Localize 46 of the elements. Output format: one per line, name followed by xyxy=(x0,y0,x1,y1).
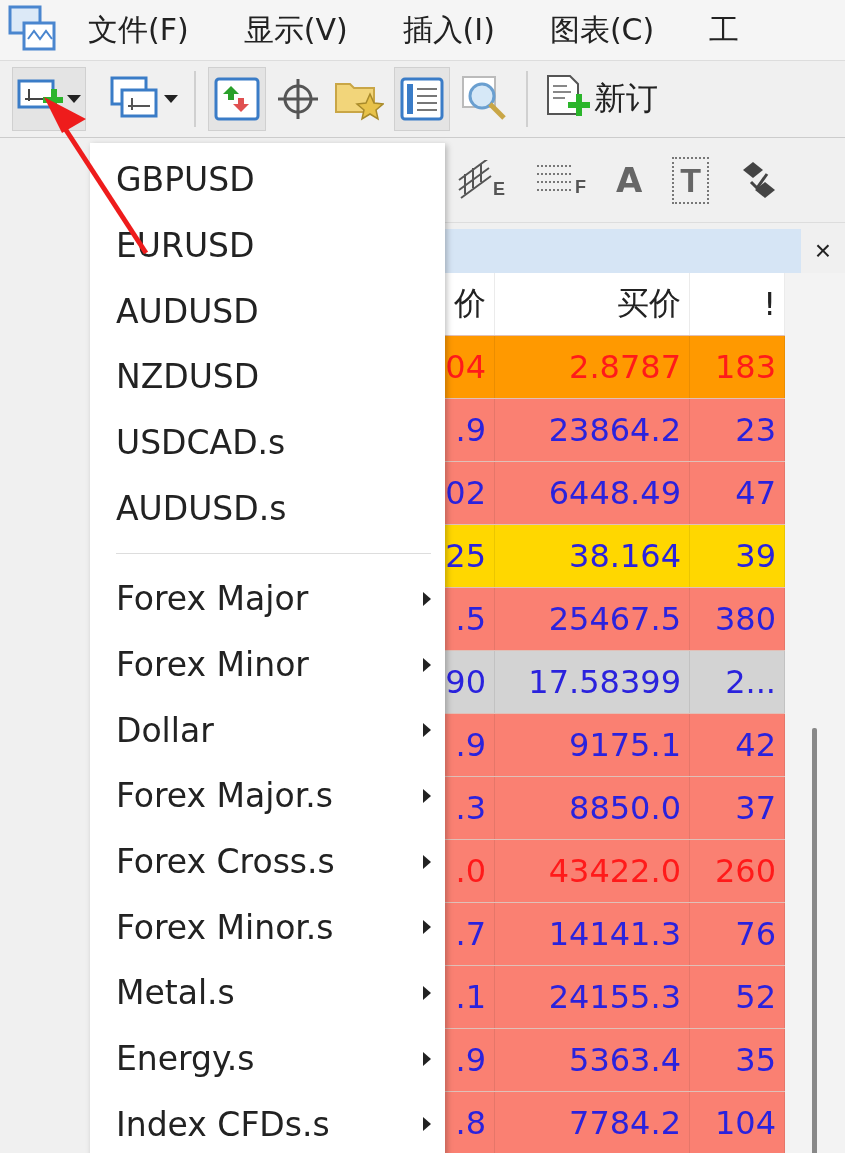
market-watch-icon xyxy=(213,76,261,122)
channel-icon xyxy=(457,160,493,201)
quote-row[interactable]: .9 5363.4 35 xyxy=(445,1028,785,1091)
menu-item[interactable]: USDCAD.s xyxy=(90,409,445,476)
quote-row[interactable]: 90 17.58399 2... xyxy=(445,650,785,713)
navigator-icon xyxy=(399,76,445,122)
table-cell: 7784.2 xyxy=(495,1092,690,1153)
quote-row[interactable]: .5 25467.5 380 xyxy=(445,587,785,650)
text-tool[interactable]: A xyxy=(616,160,643,201)
quote-row[interactable]: 02 6448.49 47 xyxy=(445,461,785,524)
menu-item[interactable]: NZDUSD xyxy=(90,344,445,410)
market-watch-button[interactable] xyxy=(208,67,266,131)
menu-item[interactable]: 图表(C) xyxy=(549,9,655,51)
menu-item[interactable]: 插入(I) xyxy=(402,9,495,51)
menu-item[interactable]: 工 xyxy=(709,9,740,51)
quote-row[interactable]: .7 14141.3 76 xyxy=(445,902,785,965)
submenu-item[interactable]: Energy.s xyxy=(90,1025,445,1092)
drawing-tool[interactable]: E xyxy=(457,160,505,201)
quote-row[interactable]: .1 24155.3 52 xyxy=(445,965,785,1028)
menu-item[interactable]: 文件(F) xyxy=(88,9,189,51)
submenu-item[interactable]: Dollar xyxy=(90,697,445,764)
caret-icon xyxy=(67,95,81,103)
drawing-tool[interactable]: F xyxy=(535,162,586,199)
quote-row[interactable]: 25 38.164 39 xyxy=(445,524,785,587)
submenu-item[interactable]: Forex Minor.s xyxy=(90,894,445,961)
menu-item[interactable]: AUDUSD.s xyxy=(90,475,445,542)
submenu-item[interactable]: Index CFDs.s xyxy=(90,1091,445,1153)
new-order-button[interactable]: 新订 xyxy=(540,67,662,131)
caret-icon xyxy=(164,95,178,103)
submenu-item[interactable]: Forex Major xyxy=(90,566,445,632)
menu-item[interactable]: AUDUSD xyxy=(90,278,445,344)
quote-row[interactable]: .8 7784.2 104 xyxy=(445,1091,785,1153)
navigator-button[interactable] xyxy=(394,67,450,131)
crosshair-icon xyxy=(276,77,320,121)
menu-item[interactable]: 显示(V) xyxy=(243,9,348,51)
quote-row[interactable]: .3 8850.0 37 xyxy=(445,776,785,839)
submenu-item[interactable]: Metal.s xyxy=(90,960,445,1026)
submenu-item[interactable]: Forex Major.s xyxy=(90,763,445,829)
submenu-item[interactable]: Forex Cross.s xyxy=(90,828,445,895)
submenu-item[interactable]: Forex Minor xyxy=(90,631,445,698)
scrollbar-thumb[interactable] xyxy=(812,728,817,1153)
label-tool[interactable]: T xyxy=(672,156,710,204)
close-button[interactable]: × xyxy=(801,234,845,269)
quote-row[interactable]: .9 23864.2 23 xyxy=(445,398,785,461)
menu-item[interactable]: GBPUSD xyxy=(90,147,445,213)
quote-row[interactable]: .9 9175.1 42 xyxy=(445,713,785,776)
